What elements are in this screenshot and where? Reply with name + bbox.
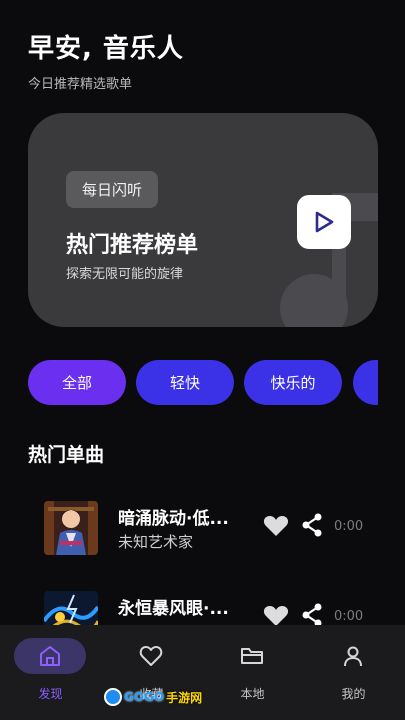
share-icon[interactable] (301, 513, 323, 537)
nav-local[interactable]: 本地 (202, 625, 303, 720)
nav-label: 本地 (240, 687, 265, 701)
watermark-circle (104, 688, 122, 706)
play-icon (315, 211, 334, 233)
nav-discover[interactable]: 发现 (0, 625, 101, 720)
header: 早安, 音乐人 今日推荐精选歌单 (28, 28, 184, 92)
nav-label: 我的 (341, 687, 366, 701)
share-icon[interactable] (301, 603, 323, 627)
song-title: 永恒暴风眼·... (118, 599, 229, 619)
song-row[interactable]: 暗涌脉动·低... 未知艺术家 0:00 (44, 501, 379, 557)
chip-more[interactable] (353, 360, 378, 405)
play-button[interactable] (297, 195, 351, 249)
bottom-nav: 发现 收藏 本地 我的 (0, 625, 405, 720)
folder-icon (241, 648, 263, 664)
watermark-logo: GOGO 手游网 (104, 686, 202, 708)
greeting-subtitle: 今日推荐精选歌单 (28, 77, 133, 92)
chip-all[interactable]: 全部 (28, 360, 126, 405)
song-title: 暗涌脉动·低... (118, 509, 229, 529)
song-duration: 0:00 (334, 609, 364, 624)
nav-label: 发现 (38, 687, 63, 701)
song-artist: 未知艺术家 (118, 533, 194, 551)
featured-playlist-card[interactable]: 每日闪听 热门推荐榜单 探索无限可能的旋律 (28, 113, 378, 327)
home-icon (40, 646, 60, 666)
nav-profile[interactable]: 我的 (303, 625, 404, 720)
heart-icon (139, 646, 163, 666)
daily-tag: 每日闪听 (66, 171, 159, 208)
hero-title: 热门推荐榜单 (66, 233, 199, 258)
watermark-suffix: 手游网 (166, 690, 203, 705)
song-cover (44, 501, 98, 555)
category-chips: 全部 轻快 快乐的 (28, 360, 378, 406)
greeting-title: 早安, 音乐人 (28, 34, 184, 64)
song-duration: 0:00 (334, 519, 364, 534)
chip-light[interactable]: 轻快 (136, 360, 234, 405)
person-icon (344, 646, 362, 667)
watermark-text: GOGO (124, 690, 165, 704)
chip-happy[interactable]: 快乐的 (244, 360, 342, 405)
heart-icon[interactable] (263, 514, 289, 538)
hero-subtitle: 探索无限可能的旋律 (66, 267, 184, 282)
section-title: 热门单曲 (28, 444, 105, 466)
